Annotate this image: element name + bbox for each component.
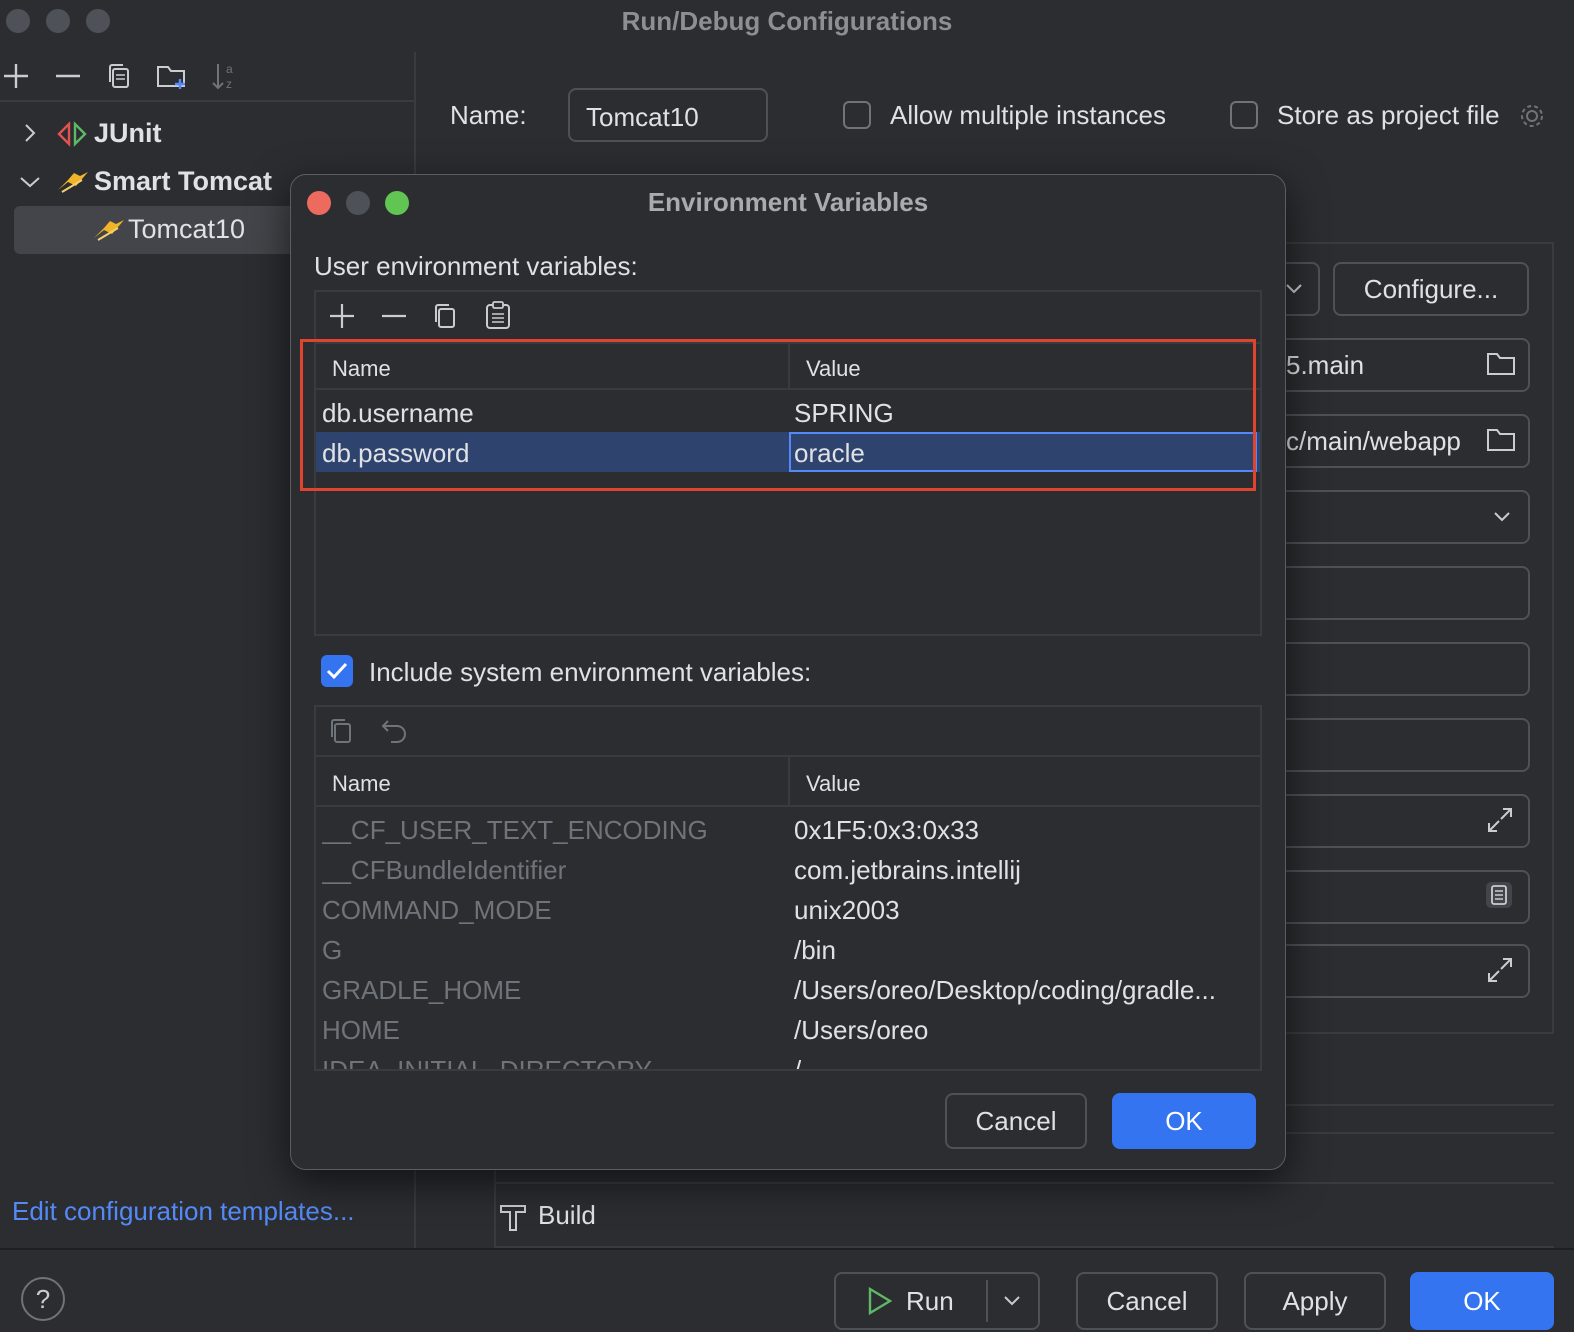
chevron-down-icon — [1492, 508, 1512, 526]
chevron-down-icon[interactable] — [18, 172, 42, 192]
tomcat-icon — [92, 214, 126, 244]
webapp-field-value: c/main/webapp — [1286, 426, 1461, 456]
new-folder-icon[interactable] — [156, 60, 190, 92]
system-var-value: / — [794, 1055, 802, 1071]
sort-icon[interactable]: az — [210, 60, 240, 92]
highlight-box — [300, 339, 1256, 491]
copy-icon[interactable] — [328, 717, 356, 745]
apply-button[interactable]: Apply — [1244, 1272, 1386, 1330]
copy-icon[interactable] — [106, 62, 134, 90]
name-input-value: Tomcat10 — [586, 102, 699, 132]
chevron-right-icon[interactable] — [20, 122, 40, 144]
user-vars-label: User environment variables: — [314, 251, 638, 281]
table-row[interactable]: __CFBundleIdentifier com.jetbrains.intel… — [316, 851, 1260, 891]
store-as-project-label: Store as project file — [1277, 100, 1500, 130]
system-vars-table: Name Value __CF_USER_TEXT_ENCODING 0x1F5… — [314, 705, 1262, 1071]
allow-multiple-checkbox[interactable] — [843, 101, 871, 129]
system-var-name: IDEA_INITIAL_DIRECTORY — [322, 1055, 652, 1071]
dropdown-field[interactable] — [1250, 490, 1530, 544]
table-row[interactable]: GRADLE_HOME /Users/oreo/Desktop/coding/g… — [316, 971, 1260, 1011]
text-field-3[interactable] — [1250, 718, 1530, 772]
configure-button[interactable]: Configure... — [1333, 262, 1529, 316]
folder-icon[interactable] — [1486, 350, 1516, 376]
tree-item-tomcat10[interactable]: Tomcat10 — [128, 214, 245, 245]
undo-icon[interactable] — [380, 717, 410, 745]
name-label: Name: — [450, 100, 527, 130]
add-icon[interactable] — [2, 62, 30, 90]
system-var-name: GRADLE_HOME — [322, 975, 522, 1005]
system-var-value: 0x1F5:0x3:0x33 — [794, 815, 980, 845]
svg-text:z: z — [226, 77, 232, 91]
allow-multiple-label: Allow multiple instances — [890, 100, 1167, 130]
system-var-value: com.jetbrains.intellij — [794, 855, 1021, 885]
system-var-name: HOME — [322, 1015, 400, 1045]
system-var-value: /Users/oreo/Desktop/coding/gradle... — [794, 975, 1216, 1005]
system-var-value: /bin — [794, 935, 836, 965]
include-system-checkbox[interactable] — [321, 655, 353, 687]
cancel-button[interactable]: Cancel — [1076, 1272, 1218, 1330]
remove-icon[interactable] — [54, 62, 82, 90]
system-var-name: __CFBundleIdentifier — [322, 855, 567, 885]
text-field-2[interactable] — [1250, 642, 1530, 696]
chevron-down-icon[interactable] — [1002, 1292, 1022, 1310]
dialog-title: Environment Variables — [647, 187, 929, 217]
build-icon — [498, 1200, 528, 1232]
add-icon[interactable] — [328, 302, 356, 330]
tree-item-smart-tomcat[interactable]: Smart Tomcat — [94, 166, 272, 197]
column-divider — [788, 757, 790, 805]
table-row[interactable]: IDEA_INITIAL_DIRECTORY / — [316, 1051, 1260, 1071]
include-system-label: Include system environment variables: — [369, 657, 812, 687]
system-var-value: unix2003 — [794, 895, 900, 925]
system-var-value: /Users/oreo — [794, 1015, 929, 1045]
environment-variables-dialog: Environment Variables User environment v… — [290, 174, 1286, 1170]
before-launch-divider — [1284, 1104, 1554, 1106]
column-header-value[interactable]: Value — [806, 771, 861, 797]
text-field-1[interactable] — [1250, 566, 1530, 620]
window-title: Run/Debug Configurations — [621, 6, 953, 36]
system-var-name: COMMAND_MODE — [322, 895, 552, 925]
run-label: Run — [906, 1285, 954, 1316]
tree-item-junit[interactable]: JUnit — [94, 118, 162, 149]
copy-icon[interactable] — [432, 302, 460, 330]
svg-text:a: a — [226, 62, 233, 76]
tomcat-icon — [56, 166, 90, 196]
dialog-ok-button[interactable]: OK — [1112, 1093, 1256, 1149]
play-icon — [866, 1286, 894, 1316]
document-icon[interactable] — [1484, 880, 1514, 910]
toolbar-divider — [0, 100, 415, 102]
table-row[interactable]: HOME /Users/oreo — [316, 1011, 1260, 1051]
footer-divider — [0, 1248, 1574, 1250]
ok-button[interactable]: OK — [1410, 1272, 1554, 1330]
expand-icon[interactable] — [1486, 956, 1514, 984]
folder-icon[interactable] — [1486, 426, 1516, 452]
table-row[interactable]: G /bin — [316, 931, 1260, 971]
system-var-name: G — [322, 935, 343, 965]
help-icon[interactable]: ? — [20, 1276, 66, 1322]
gear-icon[interactable] — [1518, 102, 1546, 130]
system-var-name: __CF_USER_TEXT_ENCODING — [322, 815, 708, 845]
table-row[interactable]: COMMAND_MODE unix2003 — [316, 891, 1260, 931]
store-as-project-checkbox[interactable] — [1230, 101, 1258, 129]
before-launch-row-divider — [494, 1182, 1554, 1184]
remove-icon[interactable] — [380, 302, 408, 330]
edit-templates-link[interactable]: Edit configuration templates... — [12, 1196, 355, 1227]
run-split-divider — [986, 1280, 988, 1322]
paste-icon[interactable] — [484, 300, 512, 330]
chevron-down-icon — [1284, 280, 1304, 298]
table-row[interactable]: __CF_USER_TEXT_ENCODING 0x1F5:0x3:0x33 — [316, 811, 1260, 851]
expand-icon[interactable] — [1486, 806, 1514, 834]
svg-text:?: ? — [36, 1284, 50, 1314]
classpath-field-value: 5.main — [1286, 350, 1365, 380]
table-header: Name Value — [316, 755, 1260, 807]
column-header-name[interactable]: Name — [332, 771, 391, 797]
dialog-cancel-button[interactable]: Cancel — [945, 1093, 1087, 1149]
name-input[interactable]: Tomcat10 — [568, 88, 768, 142]
junit-icon — [56, 120, 88, 148]
build-label: Build — [538, 1200, 596, 1230]
